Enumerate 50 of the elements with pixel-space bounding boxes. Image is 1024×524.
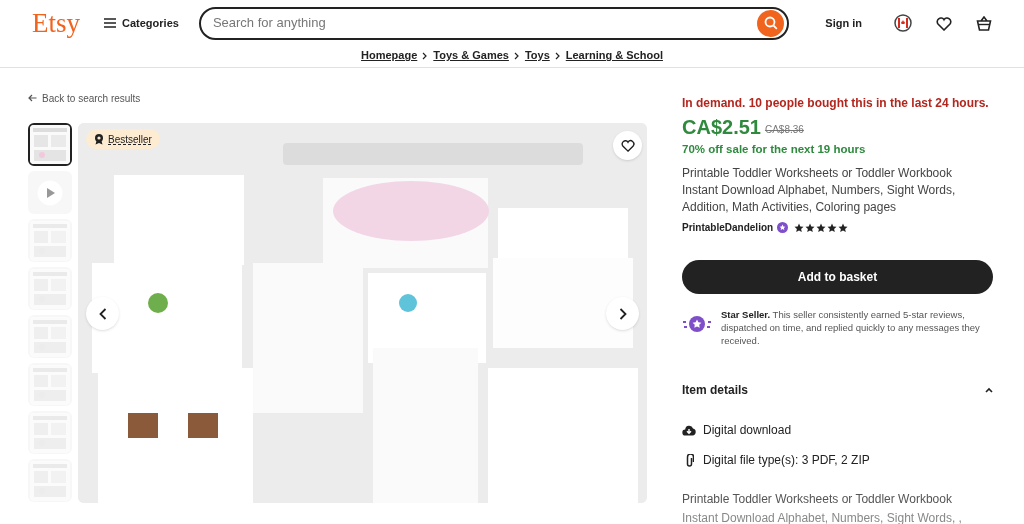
- bestseller-badge: Bestseller: [86, 129, 160, 149]
- chevron-right-icon: [618, 307, 627, 320]
- cloud-download-icon: [682, 424, 696, 436]
- back-link[interactable]: Back to search results: [28, 90, 647, 106]
- heart-icon[interactable]: [936, 15, 952, 31]
- flag-icon[interactable]: [894, 14, 912, 32]
- price: CA$2.51: [682, 117, 761, 137]
- star-icon: [816, 222, 827, 233]
- chevron-left-icon: [98, 307, 107, 320]
- categories-button[interactable]: Categories: [100, 14, 183, 32]
- basket-icon[interactable]: [976, 15, 992, 31]
- chevron-right-icon: [554, 51, 561, 60]
- item-details-toggle[interactable]: Item details: [682, 381, 993, 400]
- star-icon: [805, 222, 816, 233]
- star-seller-icon: [777, 222, 789, 234]
- award-icon: [94, 133, 104, 145]
- menu-icon: [104, 18, 116, 28]
- star-icon: [794, 222, 805, 233]
- search-button[interactable]: [757, 9, 785, 37]
- breadcrumb-link[interactable]: Toys: [524, 47, 550, 64]
- thumbnail[interactable]: [28, 171, 72, 214]
- sale-notice: 70% off sale for the next 19 hours: [682, 142, 867, 157]
- product-title: Printable Toddler Worksheets or Toddler Workbook Instant Download Alphabet, Numbers, Sight Words, Addition, Math Activities, Coloring pages: [682, 165, 957, 217]
- breadcrumb-link[interactable]: Learning & School: [565, 47, 663, 64]
- demand-notice: In demand. 10 people bought this in the last 24 hours.: [682, 95, 990, 112]
- sign-in-link[interactable]: Sign in: [825, 14, 862, 32]
- search-field[interactable]: Search for anything: [212, 13, 758, 33]
- breadcrumb-link[interactable]: Toys & Games: [433, 47, 509, 64]
- feature-text: Digital download: [703, 422, 792, 440]
- search-icon: [763, 16, 778, 30]
- description-line: Instant Download Alphabet, Numbers, Sight Words, ,: [682, 510, 963, 524]
- thumbnail[interactable]: [28, 123, 72, 166]
- seller-link[interactable]: PrintableDandelion: [682, 220, 774, 236]
- arrow-left-icon: [28, 94, 37, 102]
- search-bar[interactable]: Search for anything: [198, 6, 790, 40]
- star-icon: [838, 222, 849, 233]
- description-line: Printable Toddler Worksheets or Toddler Workbook: [682, 491, 953, 508]
- star-seller-text: Star Seller. This seller consistently earned 5-star reviews, dispatched on time, and replied quickly to any messages they received.: [721, 308, 981, 348]
- heart-icon: [620, 139, 635, 152]
- play-icon: [37, 179, 63, 206]
- add-to-basket-button[interactable]: Add to basket: [682, 260, 993, 295]
- feature-text: Digital file type(s): 3 PDF, 2 ZIP: [703, 452, 870, 470]
- star-seller-badge-icon: [682, 314, 712, 335]
- chevron-up-icon: [985, 387, 993, 394]
- breadcrumb-link[interactable]: Homepage: [361, 47, 418, 64]
- chevron-right-icon: [422, 51, 429, 60]
- section-title: Item details: [682, 382, 749, 400]
- star-icon: [827, 222, 838, 233]
- original-price: CA$8.36: [764, 123, 804, 137]
- chevron-right-icon: [513, 51, 520, 60]
